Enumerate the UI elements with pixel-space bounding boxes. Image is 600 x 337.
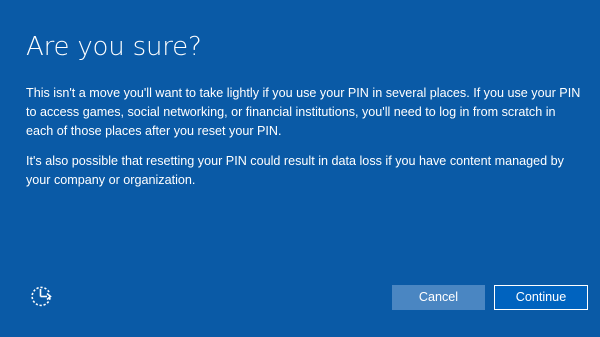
ease-of-access-icon[interactable] bbox=[28, 283, 54, 309]
continue-button[interactable]: Continue bbox=[493, 284, 589, 311]
ease-of-access-icon-graphic bbox=[31, 286, 52, 307]
page-title: Are you sure? bbox=[26, 32, 202, 62]
warning-paragraph-2: It's also possible that resetting your P… bbox=[26, 154, 564, 187]
warning-paragraph-1: This isn't a move you'll want to take li… bbox=[26, 86, 581, 138]
cancel-button[interactable]: Cancel bbox=[392, 285, 485, 310]
pin-reset-confirmation-screen: Are you sure? This isn't a move you'll w… bbox=[0, 0, 600, 337]
